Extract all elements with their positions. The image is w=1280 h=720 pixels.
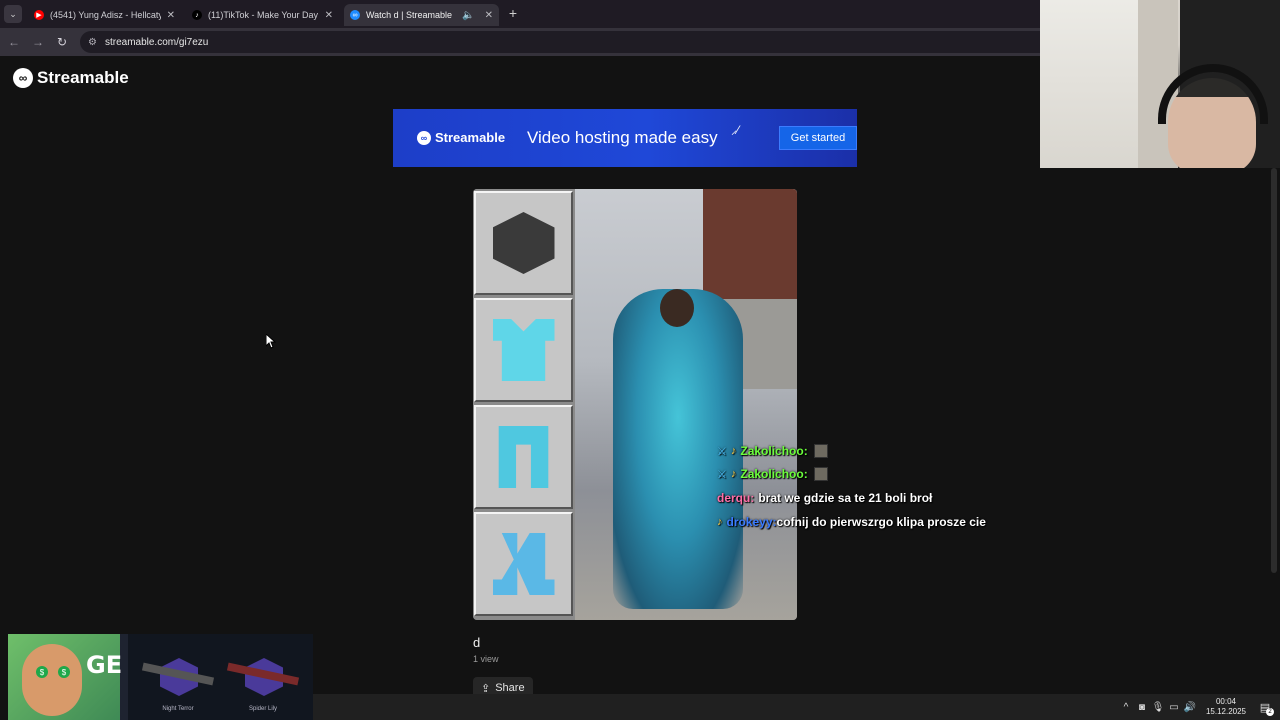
close-icon[interactable]: ✕: [485, 10, 493, 21]
tab-tiktok[interactable]: ♪ (11)TikTok - Make Your Day ✕: [186, 4, 339, 26]
tab-title: Watch d | Streamable: [366, 10, 453, 20]
note-badge-icon: ♪: [717, 516, 723, 528]
chat-message: ⚔ ♪ Zakolichoo:: [717, 444, 828, 458]
forward-button[interactable]: →: [30, 34, 46, 50]
site-info-icon[interactable]: ⚙: [88, 37, 97, 48]
dollar-eye-icon: $: [58, 666, 70, 678]
skin-card: Night Terror: [138, 650, 218, 714]
back-button[interactable]: ←: [6, 34, 22, 50]
streamable-icon: ∞: [13, 68, 33, 88]
browser-nav-bar: ← → ↻ ⚙ streamable.com/gi7ezu: [0, 28, 1040, 56]
armor-slot-leggings: [474, 405, 573, 509]
video-player[interactable]: [473, 189, 797, 620]
promo-banner[interactable]: ∞ Streamable Video hosting made easy ⸝⁄ …: [393, 109, 857, 167]
emote-icon: [813, 467, 828, 481]
streamable-logo[interactable]: ∞ Streamable: [13, 68, 129, 88]
wither-skull-icon: [492, 212, 555, 274]
man-head: [660, 289, 694, 327]
video-frame: [575, 189, 797, 620]
close-icon[interactable]: ✕: [167, 10, 175, 21]
view-count: 1 view: [473, 654, 499, 664]
network-icon[interactable]: ▭: [1166, 702, 1182, 713]
banner-tagline: Video hosting made easy: [527, 128, 718, 147]
discord-icon[interactable]: ◙: [1134, 702, 1150, 713]
chat-text: cofnij do pierwszrgo klipa prosze cie: [776, 515, 986, 529]
dollar-eye-icon: $: [36, 666, 48, 678]
webcam-overlay: [1040, 0, 1280, 168]
youtube-icon: ▶: [34, 10, 44, 20]
banner-logo: ∞ Streamable: [417, 130, 505, 145]
streamer-face: [1168, 78, 1256, 168]
chat-message: ♪ drokeyy: cofnij do pierwszrgo klipa pr…: [717, 515, 986, 529]
skin-label: Night Terror: [162, 706, 194, 712]
address-bar[interactable]: ⚙ streamable.com/gi7ezu: [80, 31, 1040, 53]
clock[interactable]: 00:04 15.12.2025: [1206, 697, 1246, 717]
skins-panel: Night Terror Spider Lily: [128, 634, 313, 720]
sword-badge-icon: ⚔: [717, 468, 727, 481]
notification-button[interactable]: ▤ 2: [1254, 697, 1276, 717]
mascot-face: [22, 644, 82, 716]
webcam-background: [1040, 0, 1140, 168]
leggings-icon: [498, 426, 549, 488]
chat-text: brat we gdzie sa te 21 boli broł: [758, 491, 933, 505]
banner-logo-text: Streamable: [435, 130, 506, 145]
url-text: streamable.com/gi7ezu: [104, 36, 209, 48]
armor-slot-helmet: [474, 191, 573, 295]
chat-message: derqu: brat we gdzie sa te 21 boli broł: [717, 491, 932, 505]
speaker-icon[interactable]: 🔈: [462, 10, 474, 21]
close-icon[interactable]: ✕: [325, 10, 333, 21]
tab-youtube[interactable]: ▶ (4541) Yung Adisz - Hellcaty (M ✕: [28, 4, 181, 26]
taskbar: ^ ◙ 🎙 ▭ 🔊 00:04 15.12.2025 ▤ 2: [313, 694, 1280, 720]
sparkle-icon: ⸝⁄: [731, 123, 740, 137]
scrollbar[interactable]: [1271, 168, 1277, 573]
armor-slot-boots: [474, 512, 573, 616]
note-badge-icon: ♪: [730, 468, 737, 480]
clock-date: 15.12.2025: [1205, 707, 1246, 716]
chat-username: derqu:: [717, 491, 755, 505]
chat-message: ⚔ ♪ Zakolichoo:: [717, 467, 828, 481]
note-badge-icon: ♪: [730, 445, 737, 457]
emote-icon: [813, 444, 828, 458]
reload-button[interactable]: ↻: [54, 34, 70, 50]
tiktok-icon: ♪: [192, 10, 202, 20]
volume-icon[interactable]: 🔊: [1182, 702, 1198, 713]
notification-count: 2: [1266, 708, 1274, 716]
share-label: Share: [495, 682, 525, 694]
sword-badge-icon: ⚔: [717, 445, 727, 458]
tab-title: (11)TikTok - Make Your Day: [208, 10, 319, 20]
get-started-button[interactable]: Get started: [779, 126, 857, 150]
share-icon: ⇪: [481, 682, 491, 695]
boots-icon: [492, 533, 555, 595]
chevron-down-icon: ⌄: [9, 8, 17, 19]
browser-tab-bar: ⌄ ▶ (4541) Yung Adisz - Hellcaty (M ✕ ♪ …: [0, 0, 1040, 28]
streamable-icon: ∞: [350, 10, 360, 20]
clock-time: 00:04: [1215, 697, 1236, 706]
tab-search-button[interactable]: ⌄: [4, 5, 22, 23]
chat-username: Zakolichoo:: [740, 444, 808, 458]
chat-username: Zakolichoo:: [740, 467, 808, 481]
microphone-icon[interactable]: 🎙: [1150, 702, 1166, 713]
armor-slots: [473, 189, 575, 620]
chat-username: drokeyy:: [726, 515, 777, 529]
video-title: d: [473, 635, 481, 650]
chevron-up-icon[interactable]: ^: [1118, 702, 1134, 713]
tab-title: (4541) Yung Adisz - Hellcaty (M: [50, 10, 161, 20]
streamable-icon: ∞: [417, 130, 431, 145]
skin-label: Spider Lily: [248, 706, 277, 712]
system-tray: ^ ◙ 🎙 ▭ 🔊 00:04 15.12.2025 ▤ 2: [1118, 694, 1280, 720]
logo-text: Streamable: [37, 68, 129, 87]
new-tab-button[interactable]: +: [505, 5, 521, 21]
armor-slot-chestplate: [474, 298, 573, 402]
chestplate-icon: [492, 319, 555, 381]
stream-overlay: $ $ GE DE Night Terror Spider Lily: [8, 634, 313, 720]
tab-streamable[interactable]: ∞ Watch d | Streamable 🔈 ✕: [344, 4, 499, 26]
skin-card: Spider Lily: [223, 650, 303, 714]
